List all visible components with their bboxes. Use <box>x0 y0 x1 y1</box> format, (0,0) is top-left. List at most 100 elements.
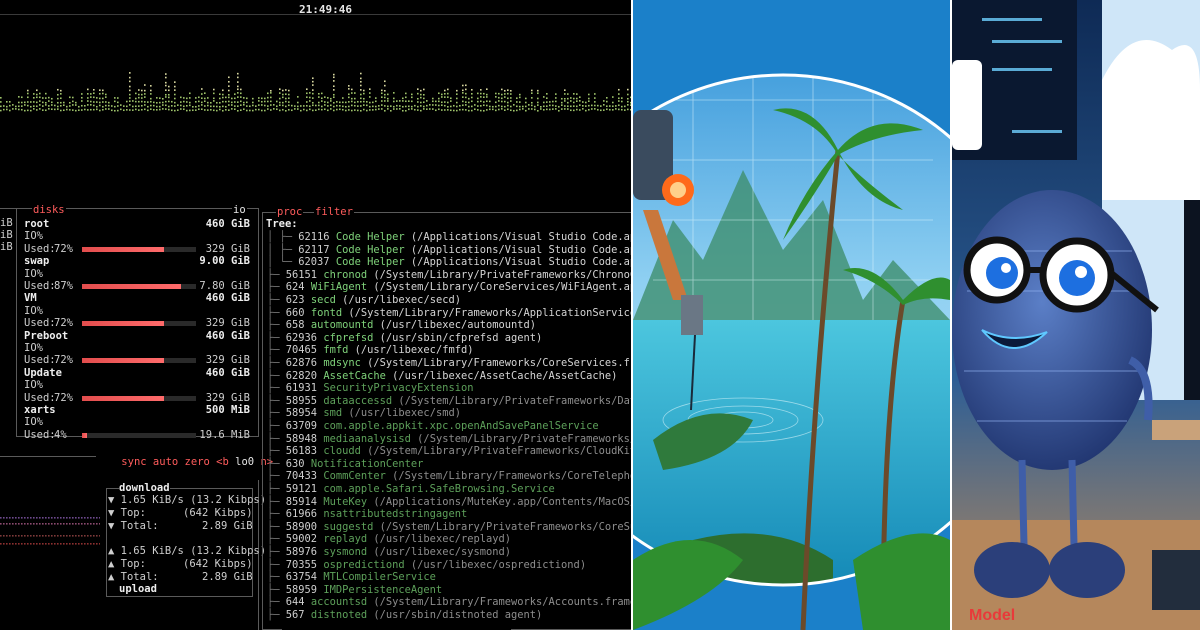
process-row[interactable]: ├─ 658 automountd (/usr/libexec/automoun… <box>267 319 536 332</box>
net-zero-button[interactable]: zero <box>185 456 210 468</box>
process-row[interactable]: │ ├─ 62116 Code Helper (/Applications/Vi… <box>267 231 631 244</box>
net-graph-dot <box>90 543 92 545</box>
process-row[interactable]: ├─ 70355 ospredictiond (/usr/libexec/osp… <box>267 559 586 572</box>
disk-name[interactable]: Update <box>24 367 62 379</box>
cpu-graph-dot <box>165 100 167 103</box>
process-row[interactable]: ├─ 58976 sysmond (/usr/libexec/sysmond) <box>267 546 511 559</box>
process-pid: 624 <box>285 281 305 294</box>
process-row[interactable]: ├─ 61966 nsattributedstringagent <box>267 508 467 521</box>
cpu-graph-dot <box>102 101 104 103</box>
cpu-graph-dot <box>387 100 389 102</box>
disk-usage-fill <box>82 321 165 327</box>
disks-io-toggle[interactable]: io <box>232 204 247 216</box>
process-pid: 85914 <box>285 495 318 508</box>
process-row[interactable]: ├─ 62936 cfprefsd (/usr/sbin/cfprefsd ag… <box>267 332 542 345</box>
process-row[interactable]: ├─ 58955 dataaccessd (/System/Library/Pr… <box>267 395 631 408</box>
tree-connector: ├─ <box>267 457 286 470</box>
cpu-graph-dot <box>204 100 206 103</box>
disk-name[interactable]: VM <box>24 292 37 304</box>
cpu-graph-dot <box>540 105 542 108</box>
cpu-graph-dot <box>564 105 566 107</box>
process-row[interactable]: ├─ 58959 IMDPersistenceAgent <box>267 584 442 597</box>
cpu-graph-dot <box>63 101 65 104</box>
cpu-graph-dot <box>462 104 464 107</box>
cpu-graph-dot <box>234 93 236 95</box>
cpu-graph-dot <box>102 89 104 92</box>
cpu-graph-dot <box>15 108 17 110</box>
upload-total-label: Total: <box>120 571 159 583</box>
cpu-graph-dot <box>417 92 419 95</box>
disk-name[interactable]: swap <box>24 255 49 267</box>
cpu-graph-dot <box>300 105 302 107</box>
cpu-graph-dot <box>462 84 464 87</box>
process-row[interactable]: ├─ 63709 com.apple.appkit.xpc.openAndSav… <box>267 420 599 433</box>
net-graph-dot <box>81 517 83 519</box>
cpu-graph-dot <box>207 101 209 104</box>
disk-used-percent: 87% <box>54 280 73 292</box>
cpu-graph-dot <box>543 105 545 108</box>
cpu-graph-dot <box>252 97 254 100</box>
disk-name[interactable]: root <box>24 218 49 230</box>
cpu-graph-dot <box>288 93 290 96</box>
cpu-graph-dot <box>438 97 440 100</box>
process-row[interactable]: ├─ 624 WiFiAgent (/System/Library/CoreSe… <box>267 281 631 294</box>
cpu-graph-dot <box>210 108 212 111</box>
process-row[interactable]: ├─ 660 fontd (/System/Library/Frameworks… <box>267 307 631 320</box>
proc-filter[interactable]: filter <box>315 206 353 218</box>
process-row[interactable]: ├─ 623 secd (/usr/libexec/secd) <box>267 294 461 307</box>
disks-title[interactable]: disks <box>32 204 66 216</box>
cpu-graph-dot <box>345 109 347 112</box>
tree-connector: ├─ <box>267 331 286 344</box>
cpu-graph-dot <box>360 97 362 100</box>
net-auto-button[interactable]: auto <box>153 456 178 468</box>
process-row[interactable]: ├─ 56151 chronod (/System/Library/Privat… <box>267 269 631 282</box>
cpu-graph-dot <box>228 104 230 106</box>
disk-name[interactable]: Preboot <box>24 330 68 342</box>
cpu-graph-dot <box>18 101 20 104</box>
process-row[interactable]: ├─ 56183 cloudd (/System/Library/Private… <box>267 445 631 458</box>
process-row[interactable]: ├─ 85914 MuteKey (/Applications/MuteKey.… <box>267 496 631 509</box>
process-row[interactable]: ├─ 58954 smd (/usr/libexec/smd) <box>267 407 461 420</box>
process-pid: 62116 <box>298 231 330 243</box>
cpu-graph-dot <box>174 101 176 104</box>
disk-name[interactable]: xarts <box>24 404 56 416</box>
net-sync-button[interactable]: sync <box>121 456 146 468</box>
net-prev-iface-button[interactable]: <b <box>216 456 229 468</box>
process-row[interactable]: ├─ 59121 com.apple.Safari.SafeBrowsing.S… <box>267 483 555 496</box>
process-row[interactable]: ├─ 70433 CommCenter (/System/Library/Fra… <box>267 470 631 483</box>
process-row[interactable]: ├─ 61931 SecurityPrivacyExtension <box>267 382 473 395</box>
process-row[interactable]: │ └─ 62037 Code Helper (/Applications/Vi… <box>267 256 631 269</box>
cpu-graph-dot <box>204 105 206 107</box>
cpu-graph-dot <box>105 96 107 98</box>
process-row[interactable]: │ ├─ 62117 Code Helper (/Applications/Vi… <box>267 244 631 257</box>
cpu-graph-dot <box>60 101 62 104</box>
cpu-graph-dot <box>405 96 407 99</box>
download-arrow-icon: ▼ <box>108 520 121 532</box>
cpu-graph-dot <box>312 80 314 83</box>
tree-connector: ├─ <box>267 319 286 332</box>
process-row[interactable]: ├─ 58900 suggestd (/System/Library/Priva… <box>267 521 631 534</box>
cpu-graph-dot <box>480 105 482 107</box>
cpu-graph-dot <box>156 97 158 99</box>
cpu-graph-dot <box>372 101 374 104</box>
process-row[interactable]: ├─ 70465 fmfd (/usr/libexec/fmfd) <box>267 344 473 357</box>
process-row[interactable]: ├─ 58948 mediaanalysisd (/System/Library… <box>267 433 631 446</box>
cpu-graph-dot <box>405 109 407 112</box>
cpu-graph-dot <box>168 105 170 108</box>
process-name: Code Helper <box>335 243 405 256</box>
process-row[interactable]: ├─ 630 NotificationCenter <box>267 458 423 471</box>
cpu-graph-dot <box>474 108 476 111</box>
cpu-graph-dot <box>45 101 47 104</box>
process-row[interactable]: ├─ 62820 AssetCache (/usr/libexec/AssetC… <box>267 370 617 383</box>
process-row[interactable]: ├─ 62876 mdsync (/System/Library/Framewo… <box>267 357 631 370</box>
process-path: (/System/Library/PrivateFrameworks/DataA <box>392 394 631 407</box>
cpu-graph-dot <box>159 101 161 104</box>
process-row[interactable]: ├─ 59002 replayd (/usr/libexec/replayd) <box>267 533 511 546</box>
cpu-graph-dot <box>312 97 314 99</box>
process-row[interactable]: ├─ 63754 MTLCompilerService <box>267 571 436 584</box>
process-row[interactable]: ├─ 644 accountsd (/System/Library/Framew… <box>267 596 631 609</box>
proc-title[interactable]: proc <box>277 206 302 218</box>
disk-used-label: Used: <box>24 317 56 330</box>
cpu-graph-dot <box>15 105 17 108</box>
cpu-graph-dot <box>144 84 146 86</box>
